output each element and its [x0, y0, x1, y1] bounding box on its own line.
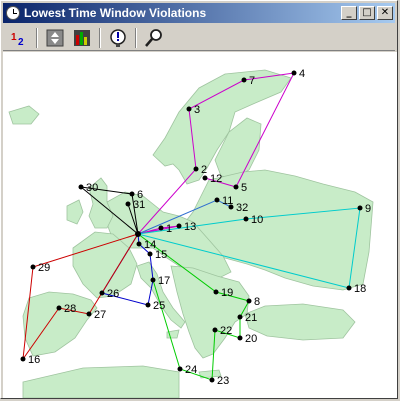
node-label-1: 1 [166, 223, 172, 235]
node-label-7: 7 [249, 75, 255, 87]
land-iceland [8, 105, 40, 125]
node-8[interactable] [246, 298, 252, 304]
chart-button[interactable] [70, 27, 94, 49]
node-31[interactable] [125, 201, 131, 207]
bar-chart-icon [74, 29, 90, 46]
node-label-18: 18 [354, 283, 366, 295]
europe-route-map: 1234567891011121314151617181920212223242… [8, 68, 374, 398]
node-5[interactable] [233, 184, 239, 190]
node-label-15: 15 [155, 249, 167, 261]
alert-icon [110, 28, 126, 47]
land-balkans [170, 265, 250, 359]
europe-landmass [8, 69, 374, 398]
close-button[interactable]: ✕ [377, 6, 393, 20]
node-6[interactable] [129, 191, 135, 197]
toolbar-separator [99, 27, 101, 48]
node-3[interactable] [186, 106, 192, 112]
node-label-17: 17 [158, 275, 170, 287]
node-label-9: 9 [365, 203, 371, 215]
node-label-21: 21 [245, 312, 257, 324]
land-anatomia [244, 303, 356, 341]
node-label-29: 29 [38, 262, 50, 274]
minimize-button[interactable]: _ [341, 6, 357, 20]
node-label-8: 8 [254, 296, 260, 308]
node-30[interactable] [78, 184, 84, 190]
node-11[interactable] [214, 197, 220, 203]
depot-node[interactable] [135, 231, 141, 237]
node-label-32: 32 [236, 202, 248, 214]
land-north-africa [22, 365, 180, 398]
node-label-28: 28 [64, 303, 76, 315]
node-18[interactable] [346, 285, 352, 291]
node-20[interactable] [237, 335, 243, 341]
step-button[interactable] [43, 27, 67, 49]
node-label-19: 19 [221, 287, 233, 299]
node-label-31: 31 [133, 199, 145, 211]
node-12[interactable] [202, 175, 208, 181]
node-22[interactable] [212, 327, 218, 333]
toolbar-separator [36, 27, 38, 48]
svg-text:2: 2 [18, 37, 24, 46]
node-10[interactable] [243, 216, 249, 222]
node-1[interactable] [158, 225, 164, 231]
svg-text:1: 1 [11, 32, 17, 43]
node-label-12: 12 [210, 173, 222, 185]
node-label-5: 5 [241, 182, 247, 194]
node-label-10: 10 [251, 214, 263, 226]
node-label-16: 16 [28, 354, 40, 366]
node-23[interactable] [209, 377, 215, 383]
node-label-22: 22 [220, 325, 232, 337]
toolbar: 1 2 [3, 25, 395, 51]
node-17[interactable] [150, 277, 156, 283]
window-title: Lowest Time Window Violations [24, 6, 207, 20]
node-label-2: 2 [201, 164, 207, 176]
alert-button[interactable] [106, 27, 130, 49]
node-29[interactable] [30, 264, 36, 270]
sort-order-button[interactable]: 1 2 [7, 27, 31, 49]
clock-icon[interactable] [6, 6, 20, 20]
node-label-4: 4 [299, 68, 305, 80]
step-icon [46, 29, 64, 46]
magnifier-icon [145, 28, 162, 47]
node-label-20: 20 [245, 333, 257, 345]
node-28[interactable] [56, 305, 62, 311]
node-26[interactable] [99, 290, 105, 296]
node-2[interactable] [193, 166, 199, 172]
node-label-30: 30 [86, 182, 98, 194]
node-label-23: 23 [217, 375, 229, 387]
node-label-27: 27 [94, 309, 106, 321]
node-27[interactable] [86, 311, 92, 317]
node-4[interactable] [291, 70, 297, 76]
node-label-24: 24 [185, 364, 197, 376]
search-button[interactable] [142, 27, 166, 49]
node-14[interactable] [136, 241, 142, 247]
land-ireland [66, 199, 84, 225]
node-label-3: 3 [194, 104, 200, 116]
app-window: Lowest Time Window Violations _ □ ✕ 1 2 [0, 0, 398, 399]
node-7[interactable] [241, 77, 247, 83]
node-15[interactable] [147, 251, 153, 257]
node-label-13: 13 [184, 221, 196, 233]
map-canvas[interactable]: 1 2 3 4 5 6 7 8 9 10 11 12 13 14 15 16 17 18 19 20 21 22 23 24 2… [3, 52, 397, 398]
node-19[interactable] [213, 289, 219, 295]
title-bar[interactable]: Lowest Time Window Violations _ □ ✕ [3, 3, 395, 23]
node-9[interactable] [357, 205, 363, 211]
node-label-26: 26 [107, 288, 119, 300]
node-13[interactable] [176, 223, 182, 229]
node-16[interactable] [20, 356, 26, 362]
node-label-25: 25 [153, 300, 165, 312]
node-21[interactable] [237, 314, 243, 320]
sort-order-icon: 1 2 [11, 32, 24, 46]
land-iberia [22, 291, 98, 357]
node-25[interactable] [145, 302, 151, 308]
toolbar-separator [135, 27, 137, 48]
node-24[interactable] [177, 366, 183, 372]
node-32[interactable] [228, 204, 234, 210]
maximize-button[interactable]: □ [359, 6, 375, 20]
